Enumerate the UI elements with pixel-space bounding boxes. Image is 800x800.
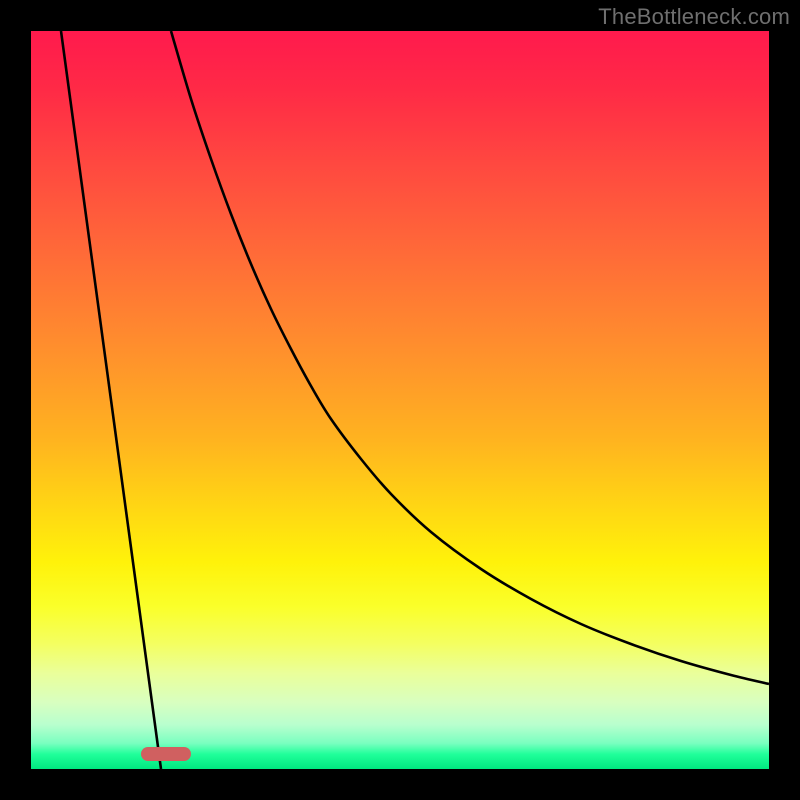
watermark-text: TheBottleneck.com [598,4,790,30]
plot-area [31,31,769,769]
heat-gradient [31,31,769,769]
bottleneck-marker [141,747,191,761]
